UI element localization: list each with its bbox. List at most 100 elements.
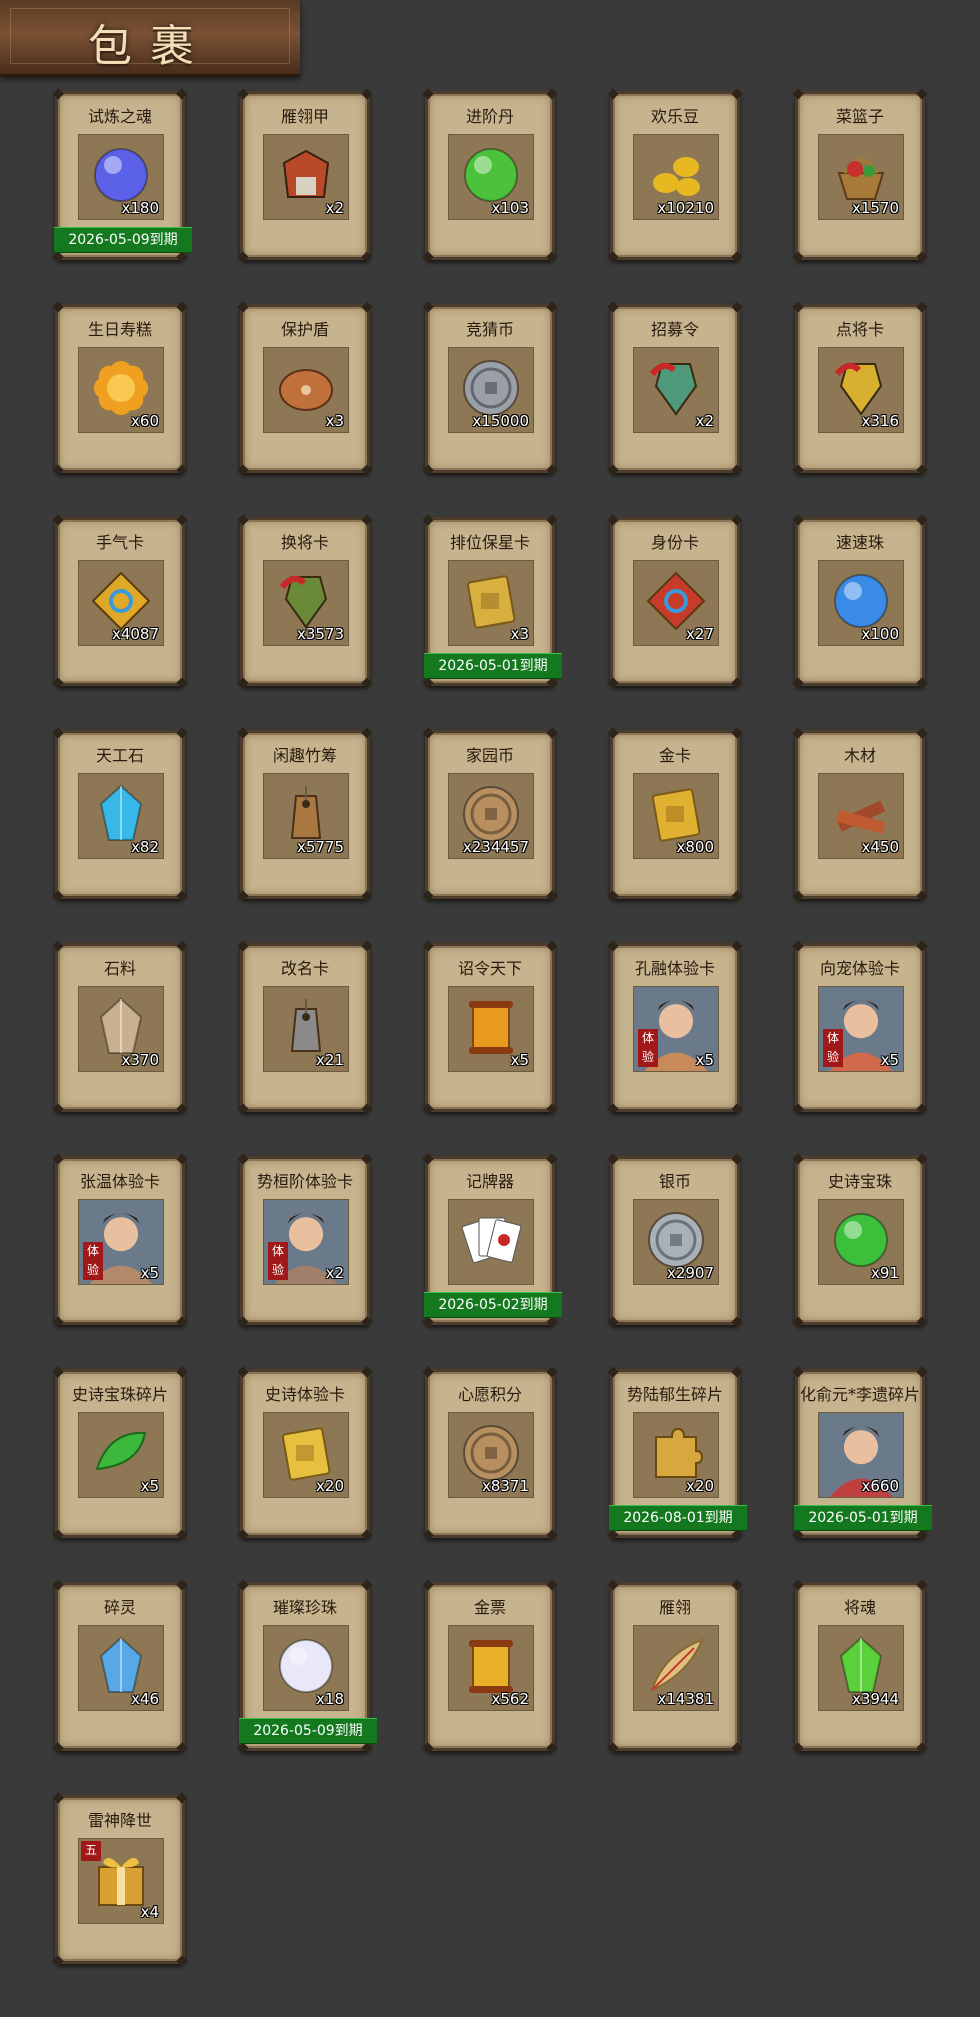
inventory-item[interactable]: 排位保星卡 x3 2026-05-01到期: [422, 514, 562, 689]
expire-banner: 2026-05-09到期: [239, 1718, 377, 1744]
card-corner-ornament: [731, 301, 743, 313]
card-corner-ornament: [792, 301, 804, 313]
item-icon-frame: x8371: [448, 1412, 534, 1498]
item-name: 化俞元*李遗碎片: [799, 1385, 920, 1404]
inventory-item[interactable]: 招募令 x2: [607, 301, 743, 476]
inventory-item[interactable]: 进阶丹 x103: [422, 88, 558, 263]
item-icon-frame: x20: [263, 1412, 349, 1498]
item-count: x82: [131, 838, 159, 856]
item-name: 张温体验卡: [79, 1172, 160, 1191]
heart-coin-icon: [463, 1425, 519, 1481]
inventory-item[interactable]: 雁翎 x14381: [607, 1579, 743, 1754]
inventory-item[interactable]: 菜篮子 x1570: [792, 88, 928, 263]
card-corner-ornament: [731, 1579, 743, 1591]
inventory-item[interactable]: 史诗体验卡 x20: [237, 1366, 373, 1541]
card-corner-ornament: [422, 514, 434, 526]
card-corner-ornament: [361, 1742, 373, 1754]
inventory-item[interactable]: 碎灵 x46: [52, 1579, 188, 1754]
card-corner-ornament: [546, 514, 558, 526]
inventory-item[interactable]: 史诗宝珠 x91: [792, 1153, 928, 1328]
inventory-item[interactable]: 木材 x450: [792, 727, 928, 902]
card-corner-ornament: [792, 251, 804, 263]
inventory-item[interactable]: 张温体验卡 体验 x5: [52, 1153, 188, 1328]
inventory-item[interactable]: 心愿积分 x8371: [422, 1366, 558, 1541]
trial-badge: 体验: [638, 1029, 658, 1067]
inventory-item[interactable]: 向宠体验卡 体验 x5: [792, 940, 928, 1115]
card-corner-ornament: [546, 251, 558, 263]
card-corner-ornament: [546, 464, 558, 476]
card-corner-ornament: [237, 514, 249, 526]
card-corner-ornament: [361, 1103, 373, 1115]
card-corner-ornament: [607, 1579, 619, 1591]
inventory-item[interactable]: 身份卡 x27: [607, 514, 743, 689]
inventory-item[interactable]: 金票 x562: [422, 1579, 558, 1754]
card-corner-ornament: [52, 890, 64, 902]
card-corner-ornament: [792, 940, 804, 952]
inventory-item[interactable]: 银币 x2907: [607, 1153, 743, 1328]
card-corner-ornament: [52, 301, 64, 313]
inventory-item[interactable]: 璀璨珍珠 x18 2026-05-09到期: [237, 1579, 377, 1754]
card-corner-ornament: [237, 88, 249, 100]
card-corner-ornament: [176, 1316, 188, 1328]
inventory-item[interactable]: 将魂 x3944: [792, 1579, 928, 1754]
item-name: 势陆郁生碎片: [626, 1385, 723, 1404]
inventory-item[interactable]: 雷神降世五 x4: [52, 1792, 188, 1967]
inventory-item[interactable]: 家园币 x234457: [422, 727, 558, 902]
item-name: 身份卡: [650, 533, 699, 552]
card-corner-ornament: [361, 1579, 373, 1591]
inventory-item[interactable]: 天工石 x82: [52, 727, 188, 902]
inventory-item[interactable]: 势桓阶体验卡 体验 x2: [237, 1153, 373, 1328]
inventory-item[interactable]: 速速珠 x100: [792, 514, 928, 689]
item-icon-frame: x234457: [448, 773, 534, 859]
item-name: 诏令天下: [457, 959, 522, 978]
inventory-item[interactable]: 金卡 x800: [607, 727, 743, 902]
silver-coins-icon: [648, 1212, 704, 1268]
inventory-item[interactable]: 孔融体验卡 体验 x5: [607, 940, 743, 1115]
inventory-item[interactable]: 石料 x370: [52, 940, 188, 1115]
inventory-item[interactable]: 试炼之魂 x180 2026-05-09到期: [52, 88, 192, 263]
item-count: x180: [121, 199, 159, 217]
card-corner-ornament: [916, 301, 928, 313]
inventory-item[interactable]: 保护盾 x3: [237, 301, 373, 476]
card-corner-ornament: [361, 677, 373, 689]
item-name: 史诗宝珠碎片: [71, 1385, 168, 1404]
card-corner-ornament: [422, 1742, 434, 1754]
inventory-item[interactable]: 手气卡 x4087: [52, 514, 188, 689]
card-corner-ornament: [361, 251, 373, 263]
card-corner-ornament: [792, 1742, 804, 1754]
card-corner-ornament: [52, 1103, 64, 1115]
inventory-item[interactable]: 换将卡 x3573: [237, 514, 373, 689]
inventory-item[interactable]: 点将卡 x316: [792, 301, 928, 476]
inventory-item[interactable]: 闲趣竹筹 x5775: [237, 727, 373, 902]
inventory-item[interactable]: 化俞元*李遗碎片 x660 2026-05-01到期: [792, 1366, 932, 1541]
card-corner-ornament: [361, 514, 373, 526]
card-corner-ornament: [731, 1153, 743, 1165]
luck-card-icon: [91, 571, 151, 631]
card-corner-ornament: [237, 301, 249, 313]
inventory-item[interactable]: 欢乐豆 x10210: [607, 88, 743, 263]
item-count: x3573: [296, 625, 344, 643]
inventory-item[interactable]: 势陆郁生碎片 x20 2026-08-01到期: [607, 1366, 747, 1541]
card-corner-ornament: [731, 1742, 743, 1754]
inventory-item[interactable]: 雁翎甲 x2: [237, 88, 373, 263]
card-corner-ornament: [361, 890, 373, 902]
inventory-item[interactable]: 记牌器 2026-05-02到期: [422, 1153, 562, 1328]
item-name: 竞猜币: [465, 320, 514, 339]
inventory-item[interactable]: 诏令天下 x5: [422, 940, 558, 1115]
inventory-item[interactable]: 生日寿糕 x60: [52, 301, 188, 476]
gold-beans-icon: [653, 157, 700, 196]
inventory-item[interactable]: 竞猜币 x15000: [422, 301, 558, 476]
card-corner-ornament: [237, 1366, 249, 1378]
card-corner-ornament: [422, 464, 434, 476]
card-corner-ornament: [237, 251, 249, 263]
inventory-item[interactable]: 改名卡 x21: [237, 940, 373, 1115]
item-name: 改名卡: [280, 959, 329, 978]
card-corner-ornament: [422, 1103, 434, 1115]
card-corner-ornament: [237, 1529, 249, 1541]
card-corner-ornament: [52, 1579, 64, 1591]
card-corner-ornament: [52, 1955, 64, 1967]
item-name: 孔融体验卡: [634, 959, 715, 978]
inventory-item[interactable]: 史诗宝珠碎片 x5: [52, 1366, 188, 1541]
item-icon-frame: x316: [818, 347, 904, 433]
card-corner-ornament: [52, 1366, 64, 1378]
